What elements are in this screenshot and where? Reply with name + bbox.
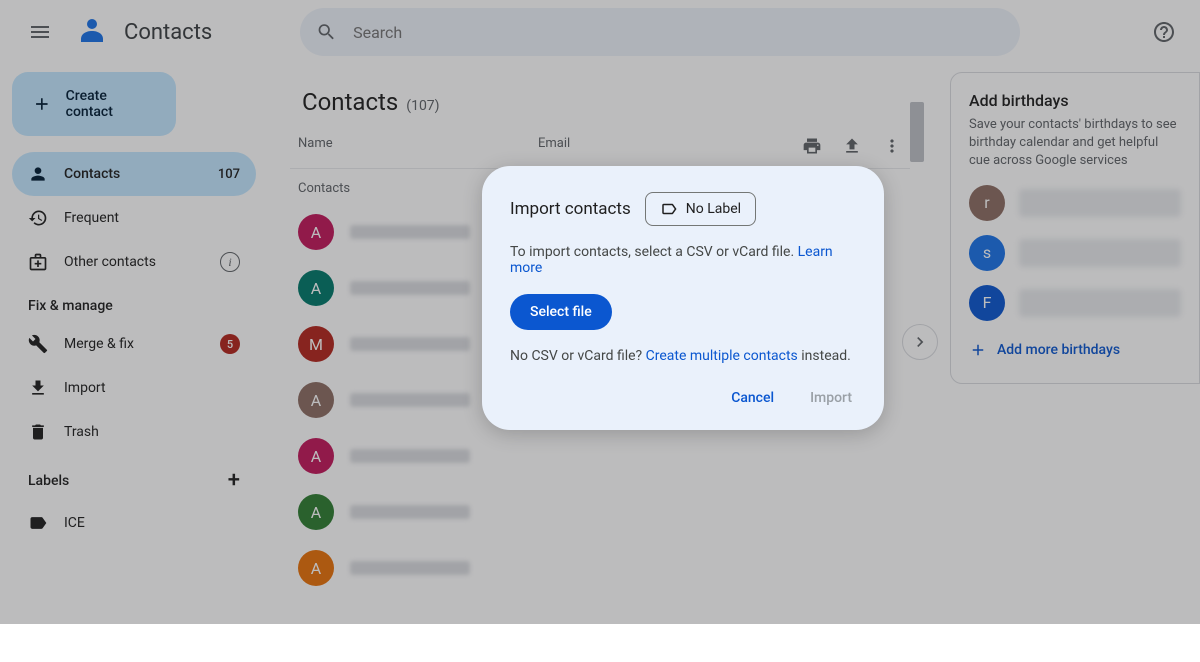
import-button: Import [806,382,856,414]
dialog-instruction: To import contacts, select a CSV or vCar… [510,244,856,276]
create-multiple-link[interactable]: Create multiple contacts [646,348,798,364]
import-contacts-dialog: Import contacts No Label To import conta… [482,166,884,430]
label-selector-chip[interactable]: No Label [645,192,756,226]
cancel-button[interactable]: Cancel [727,382,778,414]
dialog-title: Import contacts [510,199,631,219]
dialog-alt-text: No CSV or vCard file? Create multiple co… [510,348,856,364]
label-outline-icon [660,200,678,218]
select-file-button[interactable]: Select file [510,294,612,330]
